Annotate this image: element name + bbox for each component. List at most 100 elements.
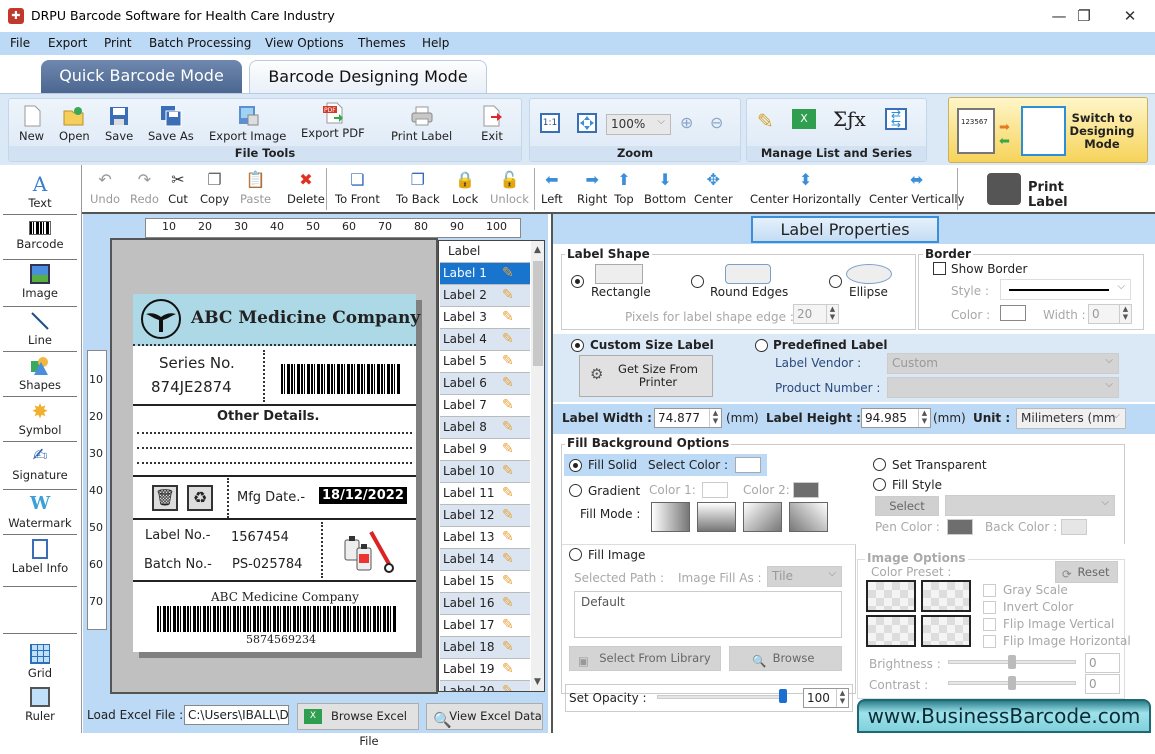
reset-button[interactable]: ⟳ Reset	[1055, 561, 1118, 583]
browse-excel-button[interactable]: X Browse Excel File	[297, 703, 419, 748]
fit-to-window-button[interactable]	[577, 113, 597, 133]
pencil-edit-icon[interactable]: ✎	[502, 309, 514, 325]
tool-label-info[interactable]: Label Info	[3, 535, 77, 587]
pencil-edit-icon[interactable]: ✎	[502, 331, 514, 347]
menu-view-options[interactable]: View Options	[265, 36, 344, 50]
label-list-scrollbar[interactable]: ▲ ▼	[531, 241, 544, 691]
predefined-label-radio[interactable]	[755, 339, 768, 352]
label-list-item[interactable]: Label 14 ✎	[440, 549, 530, 571]
color-preset-4[interactable]	[921, 615, 971, 647]
fill-mode-horizontal[interactable]	[651, 502, 690, 532]
label-list-item[interactable]: Label 3 ✎	[440, 307, 530, 329]
tool-line[interactable]: Line	[3, 307, 77, 352]
view-excel-data-button[interactable]: 🔍 View Excel Data	[426, 703, 543, 730]
to-back-button[interactable]: ❐ To Back	[396, 170, 440, 206]
pencil-edit-icon[interactable]: ✎	[502, 507, 514, 523]
border-style-combo[interactable]: ⌵	[1000, 279, 1131, 300]
pencil-edit-icon[interactable]: ✎	[502, 353, 514, 369]
label-list-item[interactable]: Label 18 ✎	[440, 637, 530, 659]
contrast-input[interactable]: 0	[1085, 674, 1120, 694]
custom-size-radio[interactable]	[571, 339, 584, 352]
close-button[interactable]: ✕	[1107, 4, 1153, 28]
color-preset-2[interactable]	[921, 580, 971, 612]
unlock-button[interactable]: 🔓 Unlock	[490, 170, 529, 206]
fill-mode-diagonal-backward[interactable]	[789, 502, 828, 532]
pencil-edit-icon[interactable]: ✎	[502, 683, 514, 691]
label-list-item[interactable]: Label 17 ✎	[440, 615, 530, 637]
shape-rectangle-radio[interactable]	[571, 275, 584, 288]
label-list-item[interactable]: Label 5 ✎	[440, 351, 530, 373]
fill-image-radio[interactable]	[569, 548, 582, 561]
scroll-down-icon[interactable]: ▼	[534, 677, 541, 687]
tool-barcode[interactable]: Barcode	[3, 215, 77, 260]
brightness-slider-thumb[interactable]	[1008, 655, 1016, 669]
pencil-edit-icon[interactable]: ✎	[502, 485, 514, 501]
print-label-button[interactable]: Print Label	[982, 169, 1102, 210]
pencil-edit-icon[interactable]: ✎	[502, 397, 514, 413]
opacity-spinner[interactable]: ▲ ▼	[836, 689, 848, 707]
pencil-edit-icon[interactable]: ✎	[502, 529, 514, 545]
opacity-slider-track[interactable]	[657, 695, 783, 699]
selected-path-textbox[interactable]: Default	[574, 591, 842, 638]
product-number-combo[interactable]: ⌵	[887, 377, 1119, 398]
fill-mode-diagonal-forward[interactable]	[743, 502, 782, 532]
menu-file[interactable]: File	[10, 36, 30, 50]
get-size-from-printer-button[interactable]: ⚙ Get Size From Printer	[579, 355, 713, 397]
paste-button[interactable]: 📋 Paste	[240, 170, 271, 206]
excel-import-icon[interactable]: X	[792, 109, 816, 129]
pencil-edit-icon[interactable]: ✎	[502, 661, 514, 677]
top-button[interactable]: ⬆ Top	[614, 170, 634, 206]
switch-to-designing-mode-button[interactable]: 123567 ➡ ⬅ Switch to Designing Mode	[948, 97, 1148, 163]
formula-sigma-icon[interactable]: Σƒx	[833, 107, 866, 131]
tool-grid[interactable]: Grid	[3, 640, 77, 680]
select-from-library-button[interactable]: ▣ Select From Library	[569, 646, 721, 671]
menu-themes[interactable]: Themes	[358, 36, 406, 50]
zoom-combo[interactable]: 100% ⌵	[606, 114, 671, 135]
shape-round-edges-radio[interactable]	[691, 275, 704, 288]
gradient-color2-swatch[interactable]	[793, 482, 819, 498]
open-button[interactable]: Open	[59, 105, 90, 143]
flip-horizontal-checkbox[interactable]	[983, 635, 996, 648]
image-fill-as-combo[interactable]: Tile ⌵	[767, 566, 842, 587]
tab-barcode-designing-mode[interactable]: Barcode Designing Mode	[249, 60, 487, 93]
tab-quick-barcode-mode[interactable]: Quick Barcode Mode	[41, 60, 242, 93]
export-image-button[interactable]: Export Image	[209, 105, 286, 143]
menu-help[interactable]: Help	[422, 36, 449, 50]
contrast-slider-thumb[interactable]	[1008, 676, 1016, 690]
flip-vertical-checkbox[interactable]	[983, 618, 996, 631]
tool-text[interactable]: A Text	[3, 170, 77, 215]
delete-button[interactable]: ✖ Delete	[287, 170, 325, 206]
border-color-swatch[interactable]	[1000, 305, 1026, 321]
pencil-edit-icon[interactable]: ✎	[502, 617, 514, 633]
label-width-spinner[interactable]: ▲ ▼	[709, 409, 721, 427]
tool-signature[interactable]: ✍ Signature	[3, 442, 77, 490]
set-transparent-radio[interactable]	[873, 458, 886, 471]
tool-ruler[interactable]: Ruler	[3, 683, 77, 723]
label-design[interactable]: ABC Medicine Company Series No. 874JE287…	[133, 294, 420, 652]
scroll-up-icon[interactable]: ▲	[534, 245, 541, 255]
pen-color-swatch[interactable]	[947, 519, 973, 535]
redo-button[interactable]: ↷ Redo	[130, 170, 159, 206]
new-button[interactable]: New	[19, 105, 44, 143]
center-vertically-button[interactable]: ⬌ Center Vertically	[869, 170, 964, 206]
pencil-edit-icon[interactable]: ✎	[502, 419, 514, 435]
export-pdf-button[interactable]: PDF Export PDF	[301, 102, 365, 140]
tool-watermark[interactable]: W Watermark	[3, 490, 77, 535]
label-list-item[interactable]: Label 7 ✎	[440, 395, 530, 417]
invert-color-checkbox[interactable]	[983, 601, 996, 614]
shape-ellipse-radio[interactable]	[829, 275, 842, 288]
label-vendor-combo[interactable]: Custom ⌵	[887, 353, 1119, 374]
label-height-spinner[interactable]: ▲ ▼	[918, 409, 930, 427]
zoom-in-icon[interactable]: ⊕	[680, 113, 693, 132]
pencil-edit-icon[interactable]: ✎	[502, 265, 514, 281]
gray-scale-checkbox[interactable]	[983, 584, 996, 597]
label-list-item[interactable]: Label 2 ✎	[440, 285, 530, 307]
fill-style-combo[interactable]: ⌵	[945, 495, 1115, 516]
gradient-color1-swatch[interactable]	[702, 482, 728, 498]
series-swap-icon[interactable]: ⇄ ⇆	[885, 108, 907, 130]
center-button[interactable]: ✥ Center	[694, 170, 733, 206]
to-front-button[interactable]: ❏ To Front	[335, 170, 380, 206]
unit-combo[interactable]: Milimeters (mm ⌵	[1016, 408, 1126, 429]
tool-symbol[interactable]: ✸ Symbol	[3, 397, 77, 442]
label-list-item[interactable]: Label 12 ✎	[440, 505, 530, 527]
